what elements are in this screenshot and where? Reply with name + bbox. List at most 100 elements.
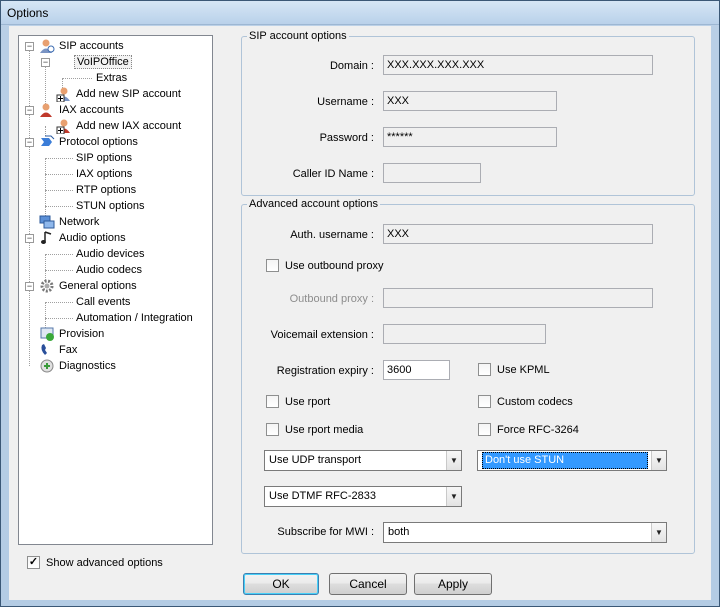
stun-value: Don't use STUN (482, 452, 648, 469)
voicemail-extension-label: Voicemail extension : (270, 329, 374, 341)
dtmf-select[interactable]: Use DTMF RFC-2833 ▼ (264, 486, 462, 507)
iax-accounts-icon (39, 102, 55, 118)
custom-codecs-checkbox[interactable]: Custom codecs (478, 395, 573, 409)
tree-item-protocol-options[interactable]: Protocol options (57, 134, 140, 150)
tree-branch-line (45, 254, 73, 255)
tree-branch-line (45, 158, 73, 159)
use-kpml-label: Use KPML (497, 364, 550, 376)
tree-branch-line (45, 174, 73, 175)
add-account-icon (56, 86, 72, 103)
apply-button[interactable]: Apply (414, 573, 492, 595)
sip-accounts-icon (39, 38, 55, 54)
chevron-down-icon[interactable]: ▼ (446, 451, 461, 470)
chevron-down-icon[interactable]: ▼ (651, 451, 666, 470)
domain-label: Domain : (329, 60, 374, 72)
show-advanced-label: Show advanced options (46, 557, 163, 569)
tree-item-sip-options[interactable]: SIP options (74, 150, 134, 166)
custom-codecs-label: Custom codecs (497, 396, 573, 408)
tree-branch-line (45, 318, 73, 319)
outbound-proxy-field[interactable] (383, 288, 653, 308)
collapse-toggle[interactable]: − (25, 42, 34, 51)
options-tree[interactable]: − SIP accounts − VoIPOffice Extras Add n… (18, 35, 213, 545)
tree-item-add-iax-account[interactable]: Add new IAX account (74, 118, 183, 134)
sip-account-options-title: SIP account options (247, 29, 349, 43)
tree-item-diagnostics[interactable]: Diagnostics (57, 358, 118, 374)
collapse-toggle[interactable]: − (25, 282, 34, 291)
tree-branch-line (45, 254, 46, 280)
caller-id-field[interactable] (383, 163, 481, 183)
use-rport-checkbox[interactable]: Use rport (266, 395, 330, 409)
collapse-toggle[interactable]: − (25, 138, 34, 147)
dtmf-value: Use DTMF RFC-2833 (269, 490, 376, 502)
tree-item-stun-options[interactable]: STUN options (74, 198, 146, 214)
collapse-toggle[interactable]: − (25, 234, 34, 243)
use-outbound-proxy-label: Use outbound proxy (285, 260, 384, 272)
tree-item-voipoffice[interactable]: VoIPOffice (74, 54, 132, 70)
provision-icon (39, 326, 55, 342)
cancel-button[interactable]: Cancel (329, 573, 407, 595)
network-icon (39, 214, 55, 230)
auth-username-field[interactable]: XXX (383, 224, 653, 244)
tree-item-general-options[interactable]: General options (57, 278, 139, 294)
domain-field[interactable]: XXX.XXX.XXX.XXX (383, 55, 653, 75)
username-label: Username : (317, 96, 374, 108)
title-bar[interactable]: Options (1, 1, 719, 25)
tree-root-line (29, 46, 30, 366)
mwi-select[interactable]: both ▼ (383, 522, 667, 543)
tree-item-call-events[interactable]: Call events (74, 294, 132, 310)
protocol-icon (39, 134, 55, 150)
tree-item-provision[interactable]: Provision (57, 326, 106, 342)
checkbox-box[interactable] (478, 423, 491, 436)
tree-branch-line (45, 302, 73, 303)
use-outbound-proxy-checkbox[interactable]: Use outbound proxy (266, 259, 383, 273)
tree-branch-line (62, 78, 92, 79)
collapse-toggle[interactable]: − (41, 58, 50, 67)
use-kpml-checkbox[interactable]: Use KPML (478, 363, 550, 377)
tree-branch-line (45, 270, 73, 271)
tree-branch-line (45, 158, 46, 216)
use-rport-media-checkbox[interactable]: Use rport media (266, 423, 363, 437)
tree-item-audio-options[interactable]: Audio options (57, 230, 128, 246)
tree-item-network[interactable]: Network (57, 214, 101, 230)
checkbox-box[interactable] (266, 259, 279, 272)
transport-value: Use UDP transport (269, 454, 362, 466)
diagnostics-icon (39, 358, 55, 374)
checkbox-box[interactable]: ✓ (27, 556, 40, 569)
ok-button[interactable]: OK (243, 573, 319, 595)
fax-icon (39, 342, 55, 358)
dialog-client-area: − SIP accounts − VoIPOffice Extras Add n… (9, 26, 711, 600)
show-advanced-checkbox[interactable]: ✓ Show advanced options (27, 556, 163, 570)
tree-item-iax-options[interactable]: IAX options (74, 166, 134, 182)
gear-icon (39, 278, 55, 294)
chevron-down-icon[interactable]: ▼ (651, 523, 666, 542)
tree-item-iax-accounts[interactable]: IAX accounts (57, 102, 126, 118)
transport-select[interactable]: Use UDP transport ▼ (264, 450, 462, 471)
checkbox-box[interactable] (478, 363, 491, 376)
tree-branch-line (45, 190, 73, 191)
tree-item-extras[interactable]: Extras (94, 70, 129, 86)
checkbox-box[interactable] (266, 395, 279, 408)
audio-icon (39, 230, 55, 246)
tree-item-sip-accounts[interactable]: SIP accounts (57, 38, 126, 54)
tree-item-audio-devices[interactable]: Audio devices (74, 246, 147, 262)
collapse-toggle[interactable]: − (25, 106, 34, 115)
tree-item-rtp-options[interactable]: RTP options (74, 182, 138, 198)
options-dialog: Options − SIP accounts − VoIPOffice Extr… (0, 0, 720, 607)
voicemail-extension-field[interactable] (383, 324, 546, 344)
password-label: Password : (319, 132, 374, 144)
stun-select[interactable]: Don't use STUN ▼ (477, 450, 667, 471)
username-field[interactable]: XXX (383, 91, 557, 111)
tree-item-automation[interactable]: Automation / Integration (74, 310, 195, 326)
window-title: Options (7, 6, 49, 20)
outbound-proxy-label: Outbound proxy : (289, 293, 374, 305)
checkbox-box[interactable] (478, 395, 491, 408)
tree-item-audio-codecs[interactable]: Audio codecs (74, 262, 144, 278)
force-rfc-3264-checkbox[interactable]: Force RFC-3264 (478, 423, 579, 437)
password-field[interactable]: ****** (383, 127, 557, 147)
chevron-down-icon[interactable]: ▼ (446, 487, 461, 506)
tree-item-fax[interactable]: Fax (57, 342, 79, 358)
add-account-icon (56, 118, 72, 135)
checkbox-box[interactable] (266, 423, 279, 436)
tree-item-add-sip-account[interactable]: Add new SIP account (74, 86, 183, 102)
registration-expiry-field[interactable]: 3600 (383, 360, 450, 380)
